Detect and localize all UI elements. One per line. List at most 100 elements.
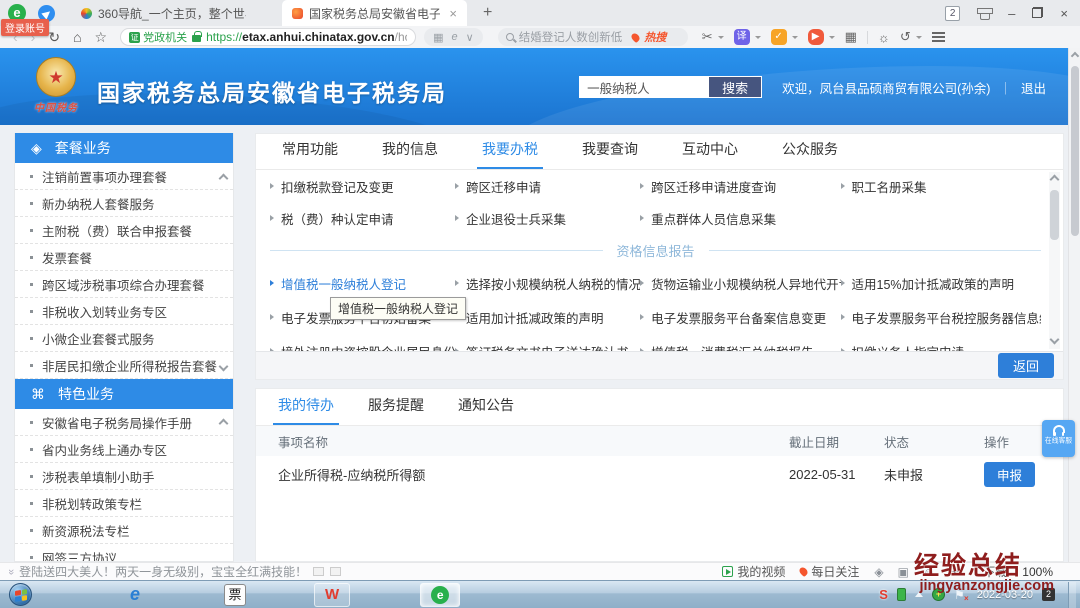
main-tab[interactable]: 常用功能 xyxy=(282,139,338,169)
scrollbar-thumb[interactable] xyxy=(1071,66,1079,236)
apps-grid-icon[interactable]: ▦ xyxy=(845,29,857,45)
function-link[interactable]: 适用加计抵减政策的声明 xyxy=(455,300,640,334)
zoom-level[interactable]: 100% xyxy=(1022,565,1053,579)
page-scrollbar[interactable] xyxy=(1068,48,1080,562)
security-shield-icon[interactable]: ✓ xyxy=(770,29,787,45)
sidebar-item[interactable]: 涉税表单填制小助手 xyxy=(15,463,233,490)
todo-tab[interactable]: 服务提醒 xyxy=(368,395,424,425)
scrollbar-thumb[interactable] xyxy=(1050,190,1059,240)
close-tab-icon[interactable]: × xyxy=(449,6,457,21)
todo-tab[interactable]: 通知公告 xyxy=(458,395,514,425)
new-tab-button[interactable]: + xyxy=(483,4,492,22)
hidden-icons-arrow[interactable] xyxy=(914,592,923,597)
main-tab[interactable]: 互动中心 xyxy=(682,139,738,169)
minimize-button[interactable]: – xyxy=(1008,7,1015,20)
collapse-icon[interactable]: » xyxy=(5,568,17,574)
sidebar-item[interactable]: 非税收入划转业务专区 xyxy=(15,298,233,325)
sidebar-section-featured[interactable]: ⌘ 特色业务 xyxy=(15,379,233,409)
function-link[interactable]: 适用15%加计抵减政策的声明 xyxy=(840,266,1041,300)
action-center-flag-icon[interactable]: ⚑ × xyxy=(954,589,969,603)
panel-scrollbar[interactable] xyxy=(1049,172,1060,349)
daily-focus-item[interactable]: 每日关注 xyxy=(798,563,859,580)
sidebar-section-packages[interactable]: ◈ 套餐业务 xyxy=(15,133,233,163)
chevron-down-icon[interactable]: ∨ xyxy=(466,31,474,44)
function-link[interactable]: 扣缴税款登记及变更 xyxy=(270,170,455,202)
function-link[interactable]: 电子发票服务平台税控服务器信息维护 xyxy=(840,300,1041,334)
shield-icon[interactable]: ◈ xyxy=(874,565,883,579)
browser-search-box[interactable]: 结婚登记人数创新低 热搜 xyxy=(497,28,688,46)
function-link[interactable]: 选择按小规模纳税人纳税的情况说明 xyxy=(455,266,640,300)
main-tab[interactable]: 我要办税 xyxy=(477,139,543,169)
function-link[interactable]: 境外注册中资控股企业居民身份认定 xyxy=(270,334,455,351)
ad-thumbnail[interactable] xyxy=(330,567,342,576)
scroll-down-icon[interactable] xyxy=(1049,334,1060,345)
address-bar[interactable]: 证 党政机关 https://etax.anhui.chinatax.gov.c… xyxy=(120,28,417,46)
online-service-button[interactable]: 在线客服 xyxy=(1042,420,1075,457)
clock-date[interactable]: 2022-03-20 xyxy=(977,589,1033,601)
function-link[interactable]: 跨区迁移申请进度查询 xyxy=(640,170,840,202)
sidebar-item[interactable]: 非居民扣缴企业所得税报告套餐 xyxy=(15,352,233,379)
sidebar-item[interactable]: 发票套餐 xyxy=(15,244,233,271)
input-method-icon[interactable]: S xyxy=(879,587,888,602)
home-icon[interactable]: ⌂ xyxy=(73,30,81,44)
mode-sun-icon[interactable]: ☼ xyxy=(878,30,890,45)
todo-tab[interactable]: 我的待办 xyxy=(273,395,339,425)
smiley-icon[interactable]: ☺ xyxy=(923,565,935,579)
translate-icon[interactable]: 译 xyxy=(733,29,750,45)
games-icon[interactable]: ▶ xyxy=(807,29,824,45)
sidebar-item[interactable]: 省内业务线上通办专区 xyxy=(15,436,233,463)
tray-app-icon[interactable]: + xyxy=(931,588,945,601)
sidebar-item[interactable]: 主附税（费）联合申报套餐 xyxy=(15,217,233,244)
ad-thumbnail[interactable] xyxy=(313,567,325,576)
sidebar-item[interactable]: 注销前置事项办理套餐 xyxy=(15,163,233,190)
screenshot-scissors-icon[interactable]: ✂ xyxy=(702,29,713,45)
my-videos-item[interactable]: 我的视频 xyxy=(722,563,785,580)
function-link[interactable]: 企业退役士兵采集 xyxy=(455,202,640,234)
site-search-input[interactable] xyxy=(579,76,710,98)
ie-taskbar-icon[interactable]: e xyxy=(130,584,140,605)
function-link[interactable]: 跨区迁移申请 xyxy=(455,170,640,202)
function-link[interactable]: 签订税务文书电子送达确认书 xyxy=(455,334,640,351)
start-button[interactable] xyxy=(9,583,32,606)
menu-icon[interactable] xyxy=(931,32,945,42)
browser-tab-active[interactable]: 国家税务总局安徽省电子税务局 × xyxy=(282,0,467,26)
sidebar-item[interactable]: 安徽省电子税务局操作手册 xyxy=(15,409,233,436)
skin-icon[interactable] xyxy=(977,7,994,20)
bookmark-star-icon[interactable]: ☆ xyxy=(95,30,108,44)
function-link[interactable]: 税（费）种认定申请 xyxy=(270,202,455,234)
declare-button[interactable]: 申报 xyxy=(984,462,1036,487)
invoice-app-icon[interactable]: 票 xyxy=(224,583,247,606)
tab-count-badge[interactable]: 2 xyxy=(945,5,961,21)
restore-button[interactable] xyxy=(1032,6,1044,20)
function-link[interactable]: 增值税、消费税汇总纳税报告 xyxy=(640,334,840,351)
browser-tab-nav[interactable]: 360导航_一个主页，整个世界 xyxy=(71,0,256,26)
function-link[interactable]: 重点群体人员信息采集 xyxy=(640,202,840,234)
function-link[interactable]: 货物运输业小规模纳税人异地代开专票备... xyxy=(640,266,841,300)
ad-text[interactable]: 登陆送四大美人！两天一身无级别，宝宝全红满技能！ xyxy=(19,563,307,580)
sidebar-item[interactable]: 跨区域涉税事项综合办理套餐 xyxy=(15,271,233,298)
sidebar-item[interactable]: 新资源税法专栏 xyxy=(15,517,233,544)
site-search-button[interactable]: 搜索 xyxy=(709,76,763,98)
function-link[interactable]: 电子发票服务平台备案信息变更 xyxy=(640,300,840,334)
sidebar-item[interactable]: 网签三方协议 xyxy=(15,544,233,561)
reader-icon[interactable]: e xyxy=(452,31,458,43)
download-item[interactable]: ↓ 下载 xyxy=(973,563,1007,580)
wps-taskbar-button[interactable]: W xyxy=(314,582,351,607)
logout-link[interactable]: 退出 xyxy=(1021,78,1046,97)
main-tab[interactable]: 我的信息 xyxy=(382,139,438,169)
main-tab[interactable]: 我要查询 xyxy=(582,139,638,169)
main-tab[interactable]: 公众服务 xyxy=(782,139,838,169)
function-link[interactable]: 增值税一般纳税人登记 xyxy=(270,266,455,300)
sidebar-item[interactable]: 新办纳税人套餐服务 xyxy=(15,190,233,217)
share-icon[interactable]: ✈ xyxy=(949,565,959,579)
show-desktop-button[interactable] xyxy=(1068,581,1076,608)
browser-taskbar-button[interactable]: e xyxy=(420,582,461,607)
scroll-up-icon[interactable] xyxy=(1070,51,1079,61)
sidebar-item[interactable]: 非税划转政策专栏 xyxy=(15,490,233,517)
image-icon[interactable]: ▣ xyxy=(898,565,909,579)
scroll-up-icon[interactable] xyxy=(1049,174,1060,185)
back-button[interactable]: 返回 xyxy=(997,353,1054,378)
login-account-badge[interactable]: 登录账号 xyxy=(1,19,49,36)
sidebar-item[interactable]: 小微企业套餐式服务 xyxy=(15,325,233,352)
history-undo-icon[interactable]: ↺ xyxy=(900,29,911,45)
